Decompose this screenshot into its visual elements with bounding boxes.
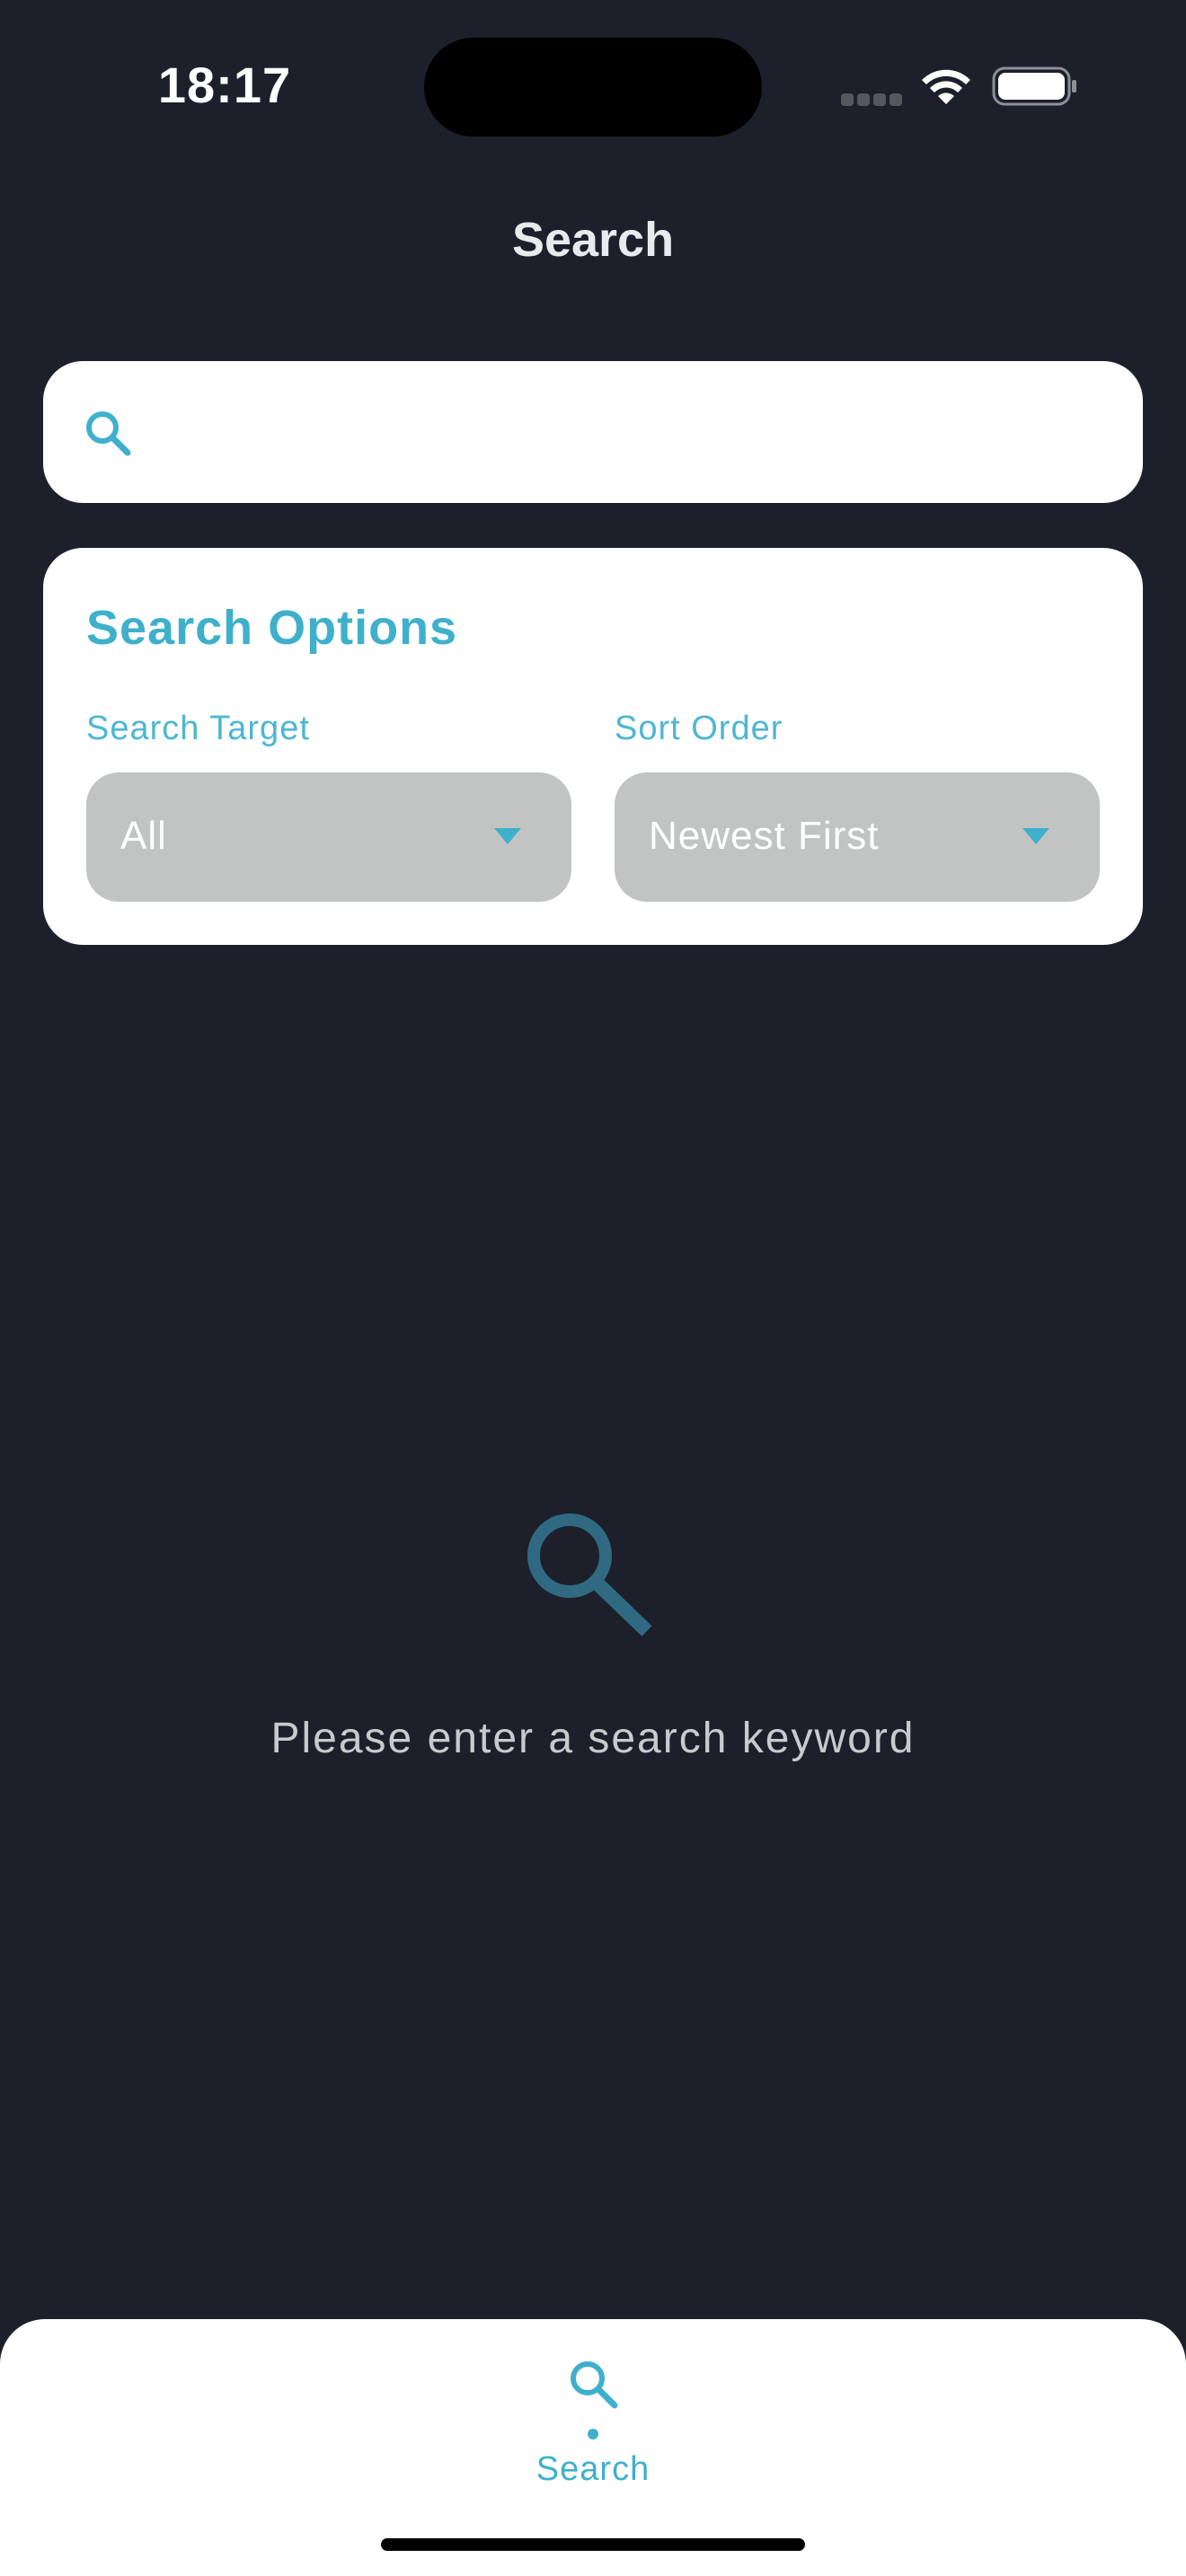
nav-item-search[interactable]: Search [503,2337,683,2488]
search-bar[interactable] [43,361,1143,503]
caret-down-icon [1022,828,1049,844]
search-target-label: Search Target [86,710,310,747]
search-icon [86,411,131,456]
sort-order-label: Sort Order [615,710,783,747]
sort-order-value: Newest First [649,814,880,858]
status-bar: 18:17 [0,0,1186,171]
cellular-signal-icon [841,93,902,106]
search-options-title: Search Options [86,601,458,655]
battery-icon [992,66,1076,106]
nav-item-label: Search [535,2450,651,2488]
page-title: Search [511,213,675,267]
search-options-card: Search Options Search Target All Sort Or… [43,548,1143,945]
status-time: 18:17 [157,57,292,113]
active-indicator-dot [588,2429,598,2439]
search-target-value: All [120,814,167,858]
wifi-icon [922,69,970,104]
sort-order-dropdown[interactable]: Newest First [615,772,1100,902]
search-input[interactable] [155,388,1107,476]
search-icon [571,2361,618,2409]
search-target-dropdown[interactable]: All [86,772,571,902]
empty-state-message: Please enter a search keyword [270,1715,916,1762]
search-icon [527,1513,652,1636]
dynamic-island [424,38,762,137]
caret-down-icon [494,828,521,844]
home-indicator [381,2538,805,2551]
search-screen: 18:17 Search Search Options Search Targe… [0,0,1186,2576]
bottom-navigation: Search [0,2319,1186,2576]
